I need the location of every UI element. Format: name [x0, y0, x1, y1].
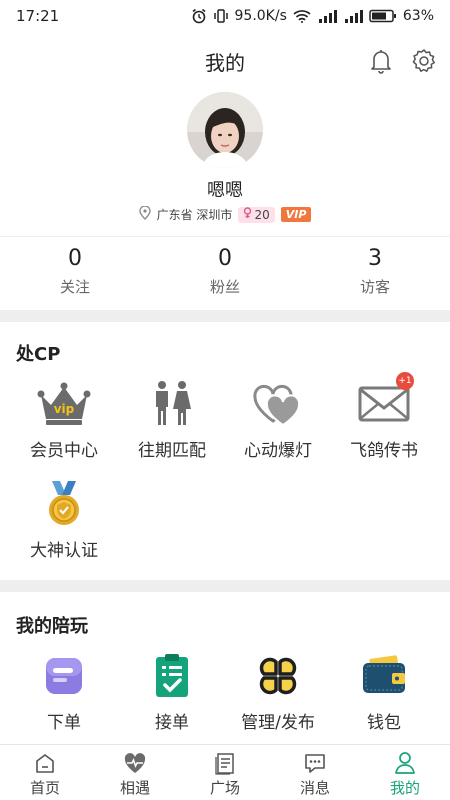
stat-value: 0: [218, 246, 232, 271]
tab-label: 相遇: [119, 779, 150, 797]
location-text: 广东省 深圳市: [156, 208, 233, 222]
chat-icon: [270, 751, 360, 775]
signal-icon-2: [343, 9, 363, 23]
stat-label: 关注: [59, 278, 90, 296]
clover-grid-icon: [250, 650, 306, 702]
grid-item-manage-publish[interactable]: 管理/发布: [222, 650, 334, 733]
profile-card: 嗯嗯 广东省 深圳市 20 VIP: [0, 92, 450, 223]
grid-item-take-order[interactable]: 接单: [116, 650, 228, 733]
nickname: 嗯嗯: [207, 180, 243, 201]
grid-item-wallet[interactable]: 钱包: [328, 650, 440, 733]
alarm-icon: [191, 8, 207, 24]
hearts-icon: [250, 378, 306, 430]
grid-item-pigeon-letter[interactable]: +1 飞鸽传书: [328, 372, 440, 461]
network-speed: 95.0K/s: [234, 8, 287, 24]
battery-level: 63%: [402, 8, 434, 24]
bell-icon[interactable]: [366, 46, 396, 76]
tab-square[interactable]: 广场: [180, 745, 270, 800]
home-icon: [0, 751, 90, 775]
grid-item-vip-center[interactable]: vip 会员中心: [8, 378, 120, 461]
female-icon: [243, 207, 252, 222]
grid-label: 飞鸽传书: [350, 441, 418, 461]
grid-label: 接单: [155, 713, 189, 733]
wifi-icon: [293, 9, 311, 23]
clipboard-check-icon: [144, 650, 200, 702]
stat-value: 3: [368, 246, 382, 271]
age-text: 20: [254, 207, 270, 222]
tab-mine[interactable]: 我的: [360, 745, 450, 800]
signal-icon: [317, 9, 337, 23]
grid-label: 钱包: [367, 713, 401, 733]
grid-item-master-certification[interactable]: 大神认证: [8, 478, 120, 561]
stat-visitors[interactable]: 3 访客: [300, 244, 450, 306]
age-badge: 20: [238, 206, 275, 223]
section-title-play: 我的陪玩: [16, 616, 88, 637]
medal-icon: [36, 478, 92, 530]
tab-label: 消息: [299, 779, 330, 797]
order-icon: [36, 650, 92, 702]
divider: [0, 236, 450, 237]
section-gap: [0, 580, 450, 592]
status-indicators: 95.0K/s 63%: [191, 8, 434, 24]
profile-meta: 广东省 深圳市 20 VIP: [0, 205, 450, 223]
vibrate-icon: [213, 8, 229, 24]
grid-label: 心动爆灯: [244, 441, 312, 461]
stat-value: 0: [68, 246, 82, 271]
vip-badge: VIP: [280, 207, 312, 222]
person-icon: [360, 751, 450, 775]
grid-label: 下单: [47, 713, 81, 733]
stat-fans[interactable]: 0 粉丝: [150, 244, 300, 306]
tab-meet[interactable]: 相遇: [90, 745, 180, 800]
svg-text:vip: vip: [54, 402, 75, 416]
battery-icon: [369, 9, 397, 23]
wallet-icon: [356, 650, 412, 702]
gear-icon[interactable]: [409, 46, 439, 76]
section-title-cp: 处CP: [16, 344, 61, 365]
notification-badge: +1: [396, 372, 414, 390]
grid-item-past-matches[interactable]: 往期匹配: [116, 378, 228, 461]
bottom-tab-bar: 首页 相遇 广场 消息 我的: [0, 744, 450, 800]
tab-messages[interactable]: 消息: [270, 745, 360, 800]
status-bar: 17:21 95.0K/s 63%: [0, 0, 450, 32]
stat-label: 访客: [359, 278, 390, 296]
crown-vip-icon: vip: [36, 378, 92, 430]
couple-icon: [144, 378, 200, 430]
tab-home[interactable]: 首页: [0, 745, 90, 800]
stat-following[interactable]: 0 关注: [0, 244, 150, 306]
envelope-icon: +1: [356, 372, 414, 430]
grid-label: 管理/发布: [241, 713, 315, 733]
grid-label: 会员中心: [30, 441, 98, 461]
header: 我的: [0, 38, 450, 84]
stats-row: 0 关注 0 粉丝 3 访客: [0, 244, 450, 306]
avatar[interactable]: [187, 92, 263, 168]
tab-label: 广场: [209, 779, 240, 797]
grid-item-place-order[interactable]: 下单: [8, 650, 120, 733]
location-pin-icon: [138, 205, 151, 223]
page-title: 我的: [205, 50, 245, 75]
heartbeat-icon: [90, 751, 180, 775]
tab-label: 我的: [389, 779, 420, 797]
stat-label: 粉丝: [209, 278, 240, 296]
section-gap: [0, 310, 450, 322]
grid-item-heartbeat-light[interactable]: 心动爆灯: [222, 378, 334, 461]
tab-label: 首页: [29, 779, 60, 797]
square-doc-icon: [180, 751, 270, 775]
status-time: 17:21: [16, 7, 60, 25]
grid-label: 往期匹配: [138, 441, 206, 461]
grid-label: 大神认证: [30, 541, 98, 561]
